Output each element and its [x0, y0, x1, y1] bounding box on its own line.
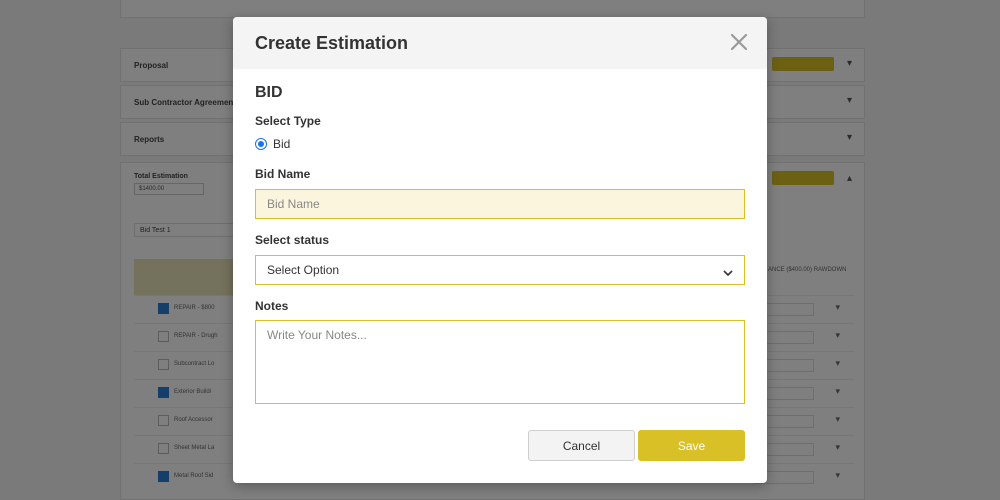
radio-button[interactable] [255, 138, 267, 150]
create-estimation-modal: Create Estimation BID Select Type Bid Bi… [233, 17, 767, 483]
close-icon[interactable] [729, 31, 749, 53]
notes-label: Notes [255, 299, 289, 313]
section-title: BID [255, 84, 283, 101]
radio-label: Bid [273, 137, 291, 151]
select-type-label: Select Type [255, 114, 321, 128]
type-radio-bid[interactable]: Bid [255, 137, 290, 151]
radio-selected-dot [258, 141, 264, 147]
chevron-down-icon [723, 266, 733, 277]
save-button[interactable]: Save [638, 430, 745, 461]
notes-textarea[interactable] [255, 320, 745, 404]
status-select-value: Select Option [267, 263, 340, 277]
cancel-button[interactable]: Cancel [528, 430, 635, 461]
select-status-label: Select status [255, 233, 330, 247]
status-select[interactable]: Select Option [255, 255, 745, 285]
bid-name-label: Bid Name [255, 167, 311, 181]
modal-header: Create Estimation [233, 17, 767, 69]
modal-title: Create Estimation [255, 33, 409, 53]
bid-name-input[interactable] [255, 189, 745, 219]
